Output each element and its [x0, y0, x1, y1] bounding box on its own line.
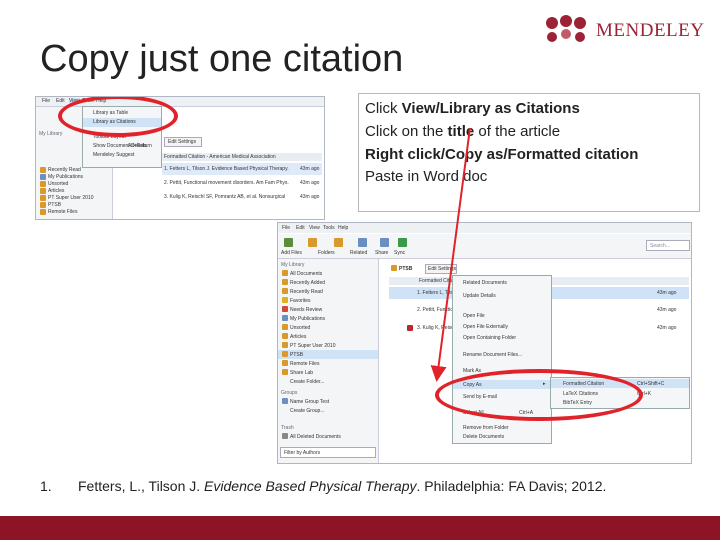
footer-bar [0, 516, 720, 540]
footnote-publisher: . Philadelphia: FA Davis; 2012. [416, 478, 607, 494]
footnote-book-title: Evidence Based Physical Therapy [204, 478, 417, 494]
footnote-number: 1. [40, 478, 52, 494]
annotation-arrow [430, 127, 471, 382]
footnote-citation: Fetters, L., Tilson J. Evidence Based Ph… [78, 478, 606, 494]
footnote-authors: Fetters, L., Tilson J. [78, 478, 205, 494]
